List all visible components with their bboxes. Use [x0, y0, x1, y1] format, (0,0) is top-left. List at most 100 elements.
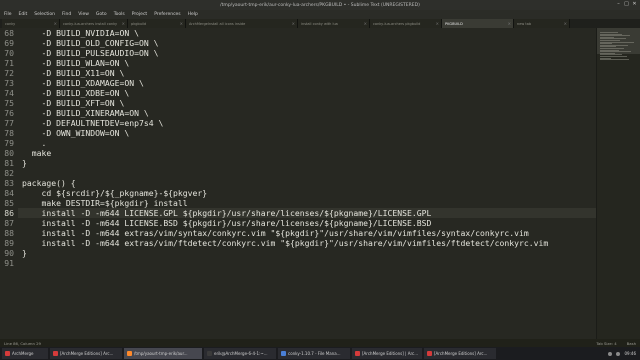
code-line[interactable]: -D BUILD_WLAN=ON \ [22, 58, 129, 68]
line-number: 73 [4, 78, 14, 88]
network-icon[interactable] [608, 351, 613, 356]
window-controls: – □ ✕ [616, 2, 637, 7]
menu-edit[interactable]: Edit [19, 12, 28, 17]
close-icon[interactable]: ✕ [632, 2, 637, 7]
code-line[interactable]: -D BUILD_X11=ON \ [22, 68, 124, 78]
status-tab-size[interactable]: Tab Size: 4 [596, 341, 616, 346]
line-number: 75 [4, 98, 14, 108]
minimap[interactable] [596, 28, 640, 339]
title-bar: /tmp/yaourt-tmp-erik/aur-conky-lua-arche… [0, 0, 640, 10]
status-syntax[interactable]: Bash [627, 341, 636, 346]
code-line[interactable]: -D DEFAULTNETDEV=enp7s4 \ [22, 118, 163, 128]
taskbar-item[interactable]: erik@ArchMerge-6-4-1:~... [204, 348, 276, 359]
app-icon [355, 351, 360, 356]
menu-tools[interactable]: Tools [114, 12, 125, 17]
editor-tab[interactable]: conky × [2, 19, 60, 28]
app-icon [53, 351, 58, 356]
editor-tab[interactable]: install conky with lua × [298, 19, 370, 28]
taskbar-item[interactable]: [ArchMerge Editions] Arc... [424, 348, 496, 359]
line-number: 69 [4, 38, 14, 48]
taskbar-item-label: /tmp/yaourt-tmp-erik/aur... [134, 351, 188, 356]
taskbar-item[interactable]: conky-1.10.7 - File Mana... [278, 348, 350, 359]
tab-close-icon[interactable]: × [180, 21, 183, 26]
menu-project[interactable]: Project [132, 12, 147, 17]
menu-find[interactable]: Find [62, 12, 71, 17]
editor-tab[interactable]: ArchMergeInstall all icons inside × [186, 19, 298, 28]
code-line[interactable]: install -D -m644 LICENSE.BSD ${pkgdir}/u… [22, 218, 431, 228]
app-icon [127, 351, 132, 356]
code-line[interactable]: package() { [22, 178, 76, 188]
code-line[interactable]: -D BUILD_PULSEAUDIO=ON \ [22, 48, 158, 58]
tab-bar: conky × conky-lua-archers install conky × … [0, 19, 640, 28]
line-number: 72 [4, 68, 14, 78]
menu-view[interactable]: View [78, 12, 89, 17]
volume-icon[interactable] [616, 351, 621, 356]
code-line[interactable]: . [22, 138, 46, 148]
tab-close-icon[interactable]: × [364, 21, 367, 26]
taskbar-item-label: conky-1.10.7 - File Mana... [288, 351, 341, 356]
menu-preferences[interactable]: Preferences [154, 12, 180, 17]
window-title: /tmp/yaourt-tmp-erik/aur-conky-lua-arche… [220, 2, 420, 8]
editor-tab[interactable]: new tab × [514, 19, 570, 28]
editor-tab-active[interactable]: PKGBUILD × [442, 19, 514, 28]
code-line[interactable]: -D BUILD_XDBE=ON \ [22, 88, 129, 98]
taskbar-item[interactable]: ArchMerge [2, 348, 48, 359]
code-line[interactable]: install -D -m644 extras/vim/ftdetect/con… [22, 238, 548, 248]
code-line[interactable]: install -D -m644 LICENSE.GPL ${pkgdir}/u… [22, 208, 431, 218]
menu-help[interactable]: Help [188, 12, 198, 17]
line-number: 90 [4, 248, 14, 258]
taskbar-item-label: [ArchMerge Editions] Arc... [434, 351, 488, 356]
code-line[interactable]: -D BUILD_NVIDIA=ON \ [22, 28, 138, 38]
tab-close-icon[interactable]: × [122, 21, 125, 26]
code-line[interactable]: -D BUILD_XFT=ON \ [22, 98, 124, 108]
code-line[interactable]: -D BUILD_OLD_CONFIG=ON \ [22, 38, 158, 48]
line-number: 83 [4, 178, 14, 188]
tab-close-icon[interactable]: × [54, 21, 57, 26]
editor-tab[interactable]: conky-lua-archers pkgbuild × [370, 19, 442, 28]
tab-label: new tab [517, 21, 532, 26]
maximize-icon[interactable]: □ [624, 2, 629, 7]
tab-close-icon[interactable]: × [508, 21, 511, 26]
menu-selection[interactable]: Selection [34, 12, 55, 17]
tab-close-icon[interactable]: × [292, 21, 295, 26]
taskbar-item[interactable]: [ArchMerge Editions] Arc... [50, 348, 122, 359]
code-line[interactable]: -D BUILD_XDAMAGE=ON \ [22, 78, 143, 88]
menu-file[interactable]: File [4, 12, 12, 17]
status-bar: Line 86, Column 29 Tab Size: 4 Bash [0, 339, 640, 347]
code-line[interactable]: -D OWN_WINDOW=ON \ [22, 128, 129, 138]
tab-close-icon[interactable]: × [564, 21, 567, 26]
tab-label: ArchMergeInstall all icons inside [189, 21, 246, 26]
line-number: 77 [4, 118, 14, 128]
line-number: 70 [4, 48, 14, 58]
taskbar-item-label: erik@ArchMerge-6-4-1:~... [214, 351, 268, 356]
line-number-gutter: 68 69 70 71 72 73 74 75 76 77 78 79 80 81 82 83 84 85 86 87… [0, 28, 18, 339]
code-line[interactable]: make DESTDIR=${pkgdir} install [22, 198, 187, 208]
code-line[interactable]: install -D -m644 extras/vim/syntax/conky… [22, 228, 528, 238]
line-number: 88 [4, 228, 14, 238]
tab-close-icon[interactable]: × [436, 21, 439, 26]
tab-label: install conky with lua [301, 21, 338, 26]
status-position: Line 86, Column 29 [4, 340, 41, 346]
taskbar-item-label: [ArchMerge Editions] Arc... [60, 351, 114, 356]
line-number: 84 [4, 188, 14, 198]
code-line[interactable]: -D BUILD_XINERAMA=ON \ [22, 108, 148, 118]
code-editor[interactable]: -D BUILD_NVIDIA=ON \ -D BUILD_OLD_CONFIG… [18, 28, 596, 339]
line-number: 89 [4, 238, 14, 248]
taskbar-item[interactable]: [ArchMerge Editions] | Arc... [352, 348, 422, 359]
code-line[interactable]: make [22, 148, 52, 158]
code-line[interactable]: } [22, 158, 27, 168]
line-number: 87 [4, 218, 14, 228]
line-number: 79 [4, 138, 14, 148]
line-number: 91 [4, 258, 14, 268]
menu-goto[interactable]: Goto [96, 12, 107, 17]
line-number: 82 [4, 168, 14, 178]
editor-tab[interactable]: conky-lua-archers install conky × [60, 19, 128, 28]
taskbar-item[interactable]: /tmp/yaourt-tmp-erik/aur... [124, 348, 202, 359]
clock[interactable]: 09:46 [624, 351, 636, 356]
line-number: 86 [4, 208, 14, 218]
code-line[interactable]: cd ${srcdir}/${_pkgname}-${pkgver} [22, 188, 207, 198]
system-tray: 09:46 [608, 351, 640, 356]
code-line[interactable]: } [22, 248, 27, 258]
minimize-icon[interactable]: – [616, 2, 621, 7]
editor-tab[interactable]: pkgbuild × [128, 19, 186, 28]
